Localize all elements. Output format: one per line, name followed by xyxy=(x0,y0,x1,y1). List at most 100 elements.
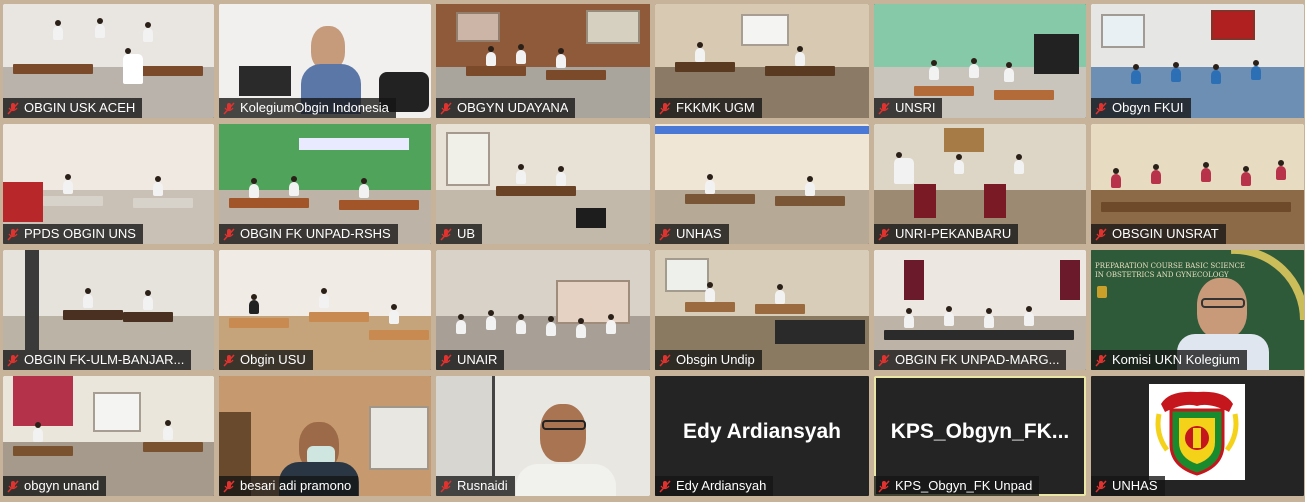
participant-name-tag: UNAIR xyxy=(436,350,505,370)
participant-name: besari adi pramono xyxy=(240,478,352,493)
participant-tile[interactable]: OBSGIN UNSRAT xyxy=(1091,124,1304,244)
participant-name: KPS_Obgyn_FK Unpad xyxy=(895,478,1033,493)
mic-muted-icon xyxy=(1095,353,1107,367)
participant-tile[interactable]: besari adi pramono xyxy=(219,376,431,496)
participant-name: OBSGIN UNSRAT xyxy=(1112,226,1219,241)
participant-name: UNHAS xyxy=(1112,478,1158,493)
participant-name: UNAIR xyxy=(457,352,498,367)
participant-tile[interactable]: OBGIN USK ACEH xyxy=(3,4,214,118)
participant-name-tag: UNHAS xyxy=(655,224,729,244)
participant-name-tag: OBGYN UDAYANA xyxy=(436,98,576,118)
mic-muted-icon xyxy=(659,353,671,367)
participant-name-tag: KPS_Obgyn_FK Unpad xyxy=(874,476,1040,496)
participant-name-tag: besari adi pramono xyxy=(219,476,359,496)
participant-tile[interactable]: OBGIN FK UNPAD-RSHS xyxy=(219,124,431,244)
participant-name-tag: Obsgin Undip xyxy=(655,350,762,370)
participant-tile[interactable]: OBGIN FK-ULM-BANJAR... xyxy=(3,250,214,370)
participant-tile[interactable]: UNHAS xyxy=(1091,376,1304,496)
mic-muted-icon xyxy=(223,479,235,493)
mic-muted-icon xyxy=(7,227,19,241)
logo-icon xyxy=(1097,286,1107,298)
participant-name: FKKMK UGM xyxy=(676,100,755,115)
participant-name-tag: UNSRI xyxy=(874,98,943,118)
participant-name-tag: obgyn unand xyxy=(3,476,107,496)
mic-muted-icon xyxy=(1095,479,1107,493)
participant-tile[interactable]: Obgyn FKUI xyxy=(1091,4,1304,118)
mic-muted-icon xyxy=(223,353,235,367)
mic-muted-icon xyxy=(878,353,890,367)
unhas-emblem-icon xyxy=(1155,391,1239,476)
participant-name: OBGIN FK UNPAD-RSHS xyxy=(240,226,391,241)
participant-name: PPDS OBGIN UNS xyxy=(24,226,136,241)
participant-tile[interactable]: FKKMK UGM xyxy=(655,4,869,118)
participant-name: Obgin USU xyxy=(240,352,306,367)
participant-tile[interactable]: UNAIR xyxy=(436,250,650,370)
participant-tile[interactable]: KolegiumObgin Indonesia xyxy=(219,4,431,118)
participant-name-tag: KolegiumObgin Indonesia xyxy=(219,98,396,118)
participant-display-name: KPS_Obgyn_FK... xyxy=(890,420,1070,443)
participant-tile[interactable]: Obgin USU xyxy=(219,250,431,370)
mic-muted-icon xyxy=(7,353,19,367)
participant-tile[interactable]: OBGYN UDAYANA xyxy=(436,4,650,118)
participant-tile[interactable]: OBGIN FK UNPAD-MARG... xyxy=(874,250,1086,370)
mic-muted-icon xyxy=(7,101,19,115)
participant-name: Rusnaidi xyxy=(457,478,508,493)
participant-name-tag: Obgin USU xyxy=(219,350,313,370)
participant-name-tag: Obgyn FKUI xyxy=(1091,98,1191,118)
participant-tile[interactable]: Rusnaidi xyxy=(436,376,650,496)
participant-tile[interactable]: UNHAS xyxy=(655,124,869,244)
mic-muted-icon xyxy=(659,227,671,241)
participant-name: Obsgin Undip xyxy=(676,352,755,367)
participant-tile[interactable]: UNRI-PEKANBARU xyxy=(874,124,1086,244)
slide-title-line: IN OBSTETRICS AND GYNECOLOGY xyxy=(1095,271,1229,279)
participant-tile[interactable]: PREPARATION COURSE BASIC SCIENCE IN OBST… xyxy=(1091,250,1304,370)
participant-name: UNSRI xyxy=(895,100,936,115)
mic-muted-icon xyxy=(440,101,452,115)
participant-name: OBGIN FK-ULM-BANJAR... xyxy=(24,352,185,367)
mic-muted-icon xyxy=(878,479,890,493)
video-grid: OBGIN USK ACEH KolegiumObgin Indonesia O… xyxy=(3,4,1304,498)
participant-name-tag: OBSGIN UNSRAT xyxy=(1091,224,1226,244)
mic-muted-icon xyxy=(1095,227,1107,241)
participant-tile[interactable]: PPDS OBGIN UNS xyxy=(3,124,214,244)
participant-tile-active-speaker[interactable]: KPS_Obgyn_FK... KPS_Obgyn_FK Unpad xyxy=(874,376,1086,496)
participant-name-tag: UNRI-PEKANBARU xyxy=(874,224,1019,244)
participant-name: obgyn unand xyxy=(24,478,100,493)
participant-name-tag: OBGIN FK-ULM-BANJAR... xyxy=(3,350,192,370)
participant-name: OBGIN USK ACEH xyxy=(24,100,136,115)
mic-muted-icon xyxy=(440,479,452,493)
participant-name: OBGIN FK UNPAD-MARG... xyxy=(895,352,1060,367)
participant-tile[interactable]: Obsgin Undip xyxy=(655,250,869,370)
participant-name-tag: OBGIN FK UNPAD-MARG... xyxy=(874,350,1067,370)
mic-muted-icon xyxy=(878,101,890,115)
participant-name-tag: UB xyxy=(436,224,483,244)
participant-tile[interactable]: UB xyxy=(436,124,650,244)
mic-muted-icon xyxy=(223,101,235,115)
participant-name-tag: UNHAS xyxy=(1091,476,1165,496)
participant-name-tag: FKKMK UGM xyxy=(655,98,762,118)
mic-muted-icon xyxy=(7,479,19,493)
participant-name: Komisi UKN Kolegium xyxy=(1112,352,1240,367)
mic-muted-icon xyxy=(878,227,890,241)
participant-name: OBGYN UDAYANA xyxy=(457,100,569,115)
participant-name-tag: PPDS OBGIN UNS xyxy=(3,224,143,244)
slide-title-line: PREPARATION COURSE BASIC SCIENCE xyxy=(1095,262,1246,270)
participant-name: KolegiumObgin Indonesia xyxy=(240,100,389,115)
participant-tile[interactable]: Edy Ardiansyah Edy Ardiansyah xyxy=(655,376,869,496)
participant-name: Edy Ardiansyah xyxy=(676,478,767,493)
university-logo xyxy=(1149,384,1245,480)
participant-name-tag: Komisi UKN Kolegium xyxy=(1091,350,1247,370)
mic-muted-icon xyxy=(659,479,671,493)
participant-name-tag: Edy Ardiansyah xyxy=(655,476,774,496)
participant-display-name: Edy Ardiansyah xyxy=(683,420,841,443)
participant-name-tag: OBGIN USK ACEH xyxy=(3,98,143,118)
participant-name: UNHAS xyxy=(676,226,722,241)
mic-muted-icon xyxy=(223,227,235,241)
participant-name: Obgyn FKUI xyxy=(1112,100,1184,115)
participant-name-tag: OBGIN FK UNPAD-RSHS xyxy=(219,224,398,244)
participant-tile[interactable]: obgyn unand xyxy=(3,376,214,496)
participant-tile[interactable]: UNSRI xyxy=(874,4,1086,118)
participant-name-tag: Rusnaidi xyxy=(436,476,515,496)
mic-muted-icon xyxy=(659,101,671,115)
mic-muted-icon xyxy=(440,227,452,241)
